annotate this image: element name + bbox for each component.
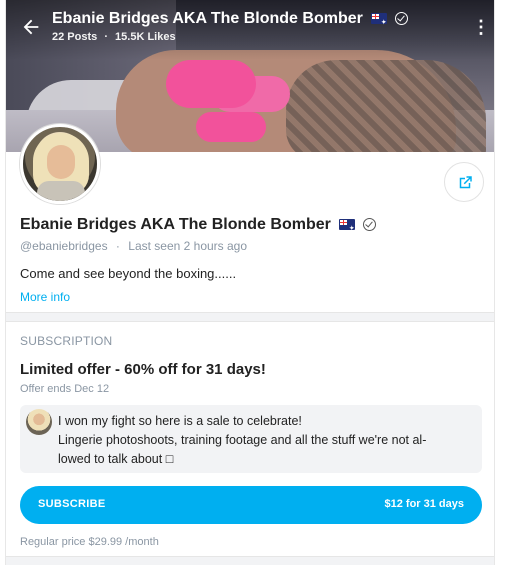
avatar[interactable] — [20, 124, 100, 204]
share-icon — [459, 176, 472, 189]
verified-badge-icon — [362, 218, 376, 232]
section-divider — [6, 556, 494, 565]
more-info-link[interactable]: More info — [20, 290, 70, 304]
offer-message: I won my fight so here is a sale to cele… — [20, 405, 482, 473]
likes-count: 15.5K Likes — [115, 31, 176, 43]
posts-count: 22 Posts — [52, 31, 98, 43]
top-bar: Ebanie Bridges AKA The Blonde Bomber 22 … — [6, 0, 494, 60]
more-vertical-icon[interactable]: ⋮ — [472, 18, 490, 38]
share-button[interactable] — [444, 162, 484, 202]
back-arrow-icon[interactable] — [20, 16, 44, 40]
subscription-heading: SUBSCRIPTION — [20, 334, 113, 348]
header-title-text: Ebanie Bridges AKA The Blonde Bomber — [52, 10, 363, 27]
handle-line: @ebaniebridges · Last seen 2 hours ago — [20, 239, 247, 253]
regular-price: Regular price $29.99 /month — [20, 536, 159, 548]
last-seen: Last seen 2 hours ago — [128, 239, 248, 253]
message-line-3: lowed to talk about □ — [58, 452, 174, 466]
subscribe-button[interactable]: SUBSCRIBE $12 for 31 days — [20, 486, 482, 524]
stats-separator: · — [104, 31, 108, 43]
australia-flag-icon — [371, 13, 388, 26]
message-line-2: Lingerie photoshoots, training footage a… — [58, 433, 427, 447]
profile-handle: @ebaniebridges — [20, 239, 108, 253]
offer-title: Limited offer - 60% off for 31 days! — [20, 361, 266, 378]
header-title: Ebanie Bridges AKA The Blonde Bomber — [52, 10, 408, 28]
handle-separator: · — [115, 239, 120, 253]
message-text: I won my fight so here is a sale to cele… — [58, 412, 470, 469]
verified-badge-icon — [394, 12, 408, 26]
section-divider — [6, 312, 494, 322]
message-line-1: I won my fight so here is a sale to cele… — [58, 414, 302, 428]
profile-page: Ebanie Bridges AKA The Blonde Bomber 22 … — [5, 0, 495, 565]
offer-ends: Offer ends Dec 12 — [20, 383, 110, 395]
message-avatar — [26, 409, 52, 435]
subscribe-label: SUBSCRIBE — [38, 498, 106, 510]
australia-flag-icon — [339, 219, 356, 232]
profile-name-text: Ebanie Bridges AKA The Blonde Bomber — [20, 216, 331, 233]
header-stats: 22 Posts · 15.5K Likes — [52, 31, 176, 43]
subscribe-price: $12 for 31 days — [384, 498, 465, 510]
profile-name: Ebanie Bridges AKA The Blonde Bomber — [20, 216, 376, 234]
profile-bio: Come and see beyond the boxing...... — [20, 266, 237, 281]
